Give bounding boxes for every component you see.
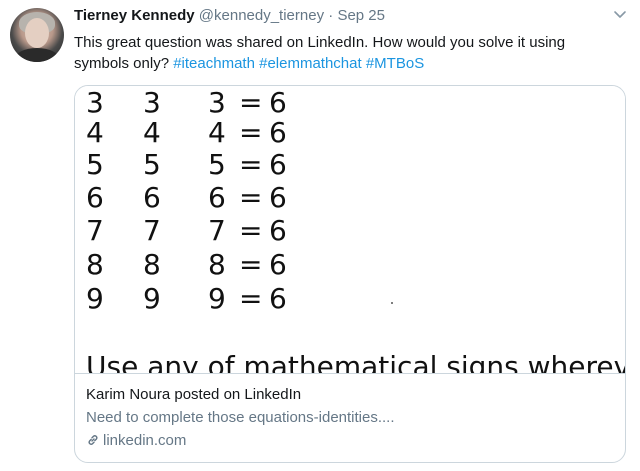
tweet-date[interactable]: Sep 25 xyxy=(337,7,385,24)
avatar-face xyxy=(25,18,49,48)
puzzle-digit: 4 xyxy=(86,116,104,149)
puzzle-result: 6 xyxy=(269,282,287,315)
puzzle-result: 6 xyxy=(269,214,287,247)
card-description: Need to complete those equations-identit… xyxy=(86,409,395,426)
puzzle-digit: 9 xyxy=(208,282,226,315)
puzzle-digit: 8 xyxy=(208,248,226,281)
puzzle-digit: 7 xyxy=(143,214,161,247)
puzzle-digit: 3 xyxy=(208,86,226,119)
card-domain-text: linkedin.com xyxy=(103,432,187,449)
equals-sign: = xyxy=(239,282,263,315)
puzzle-digit: 5 xyxy=(143,148,161,181)
puzzle-digit: 4 xyxy=(208,116,226,149)
puzzle-digit: 6 xyxy=(208,181,226,214)
author-name[interactable]: Tierney Kennedy xyxy=(74,7,195,24)
puzzle-result: 6 xyxy=(269,116,287,149)
puzzle-result: 6 xyxy=(269,148,287,181)
puzzle-digit: 5 xyxy=(86,148,104,181)
puzzle-digit: 8 xyxy=(86,248,104,281)
puzzle-digit: 9 xyxy=(86,282,104,315)
puzzle-digit: 6 xyxy=(143,181,161,214)
puzzle-digit: 3 xyxy=(143,86,161,119)
hashtag-link[interactable]: #MTBoS xyxy=(366,55,424,72)
separator-dot: · xyxy=(328,7,334,24)
puzzle-digit: 7 xyxy=(208,214,226,247)
puzzle-digit: 3 xyxy=(86,86,104,119)
tweet-text: This great question was shared on Linked… xyxy=(74,32,624,74)
equals-sign: = xyxy=(239,86,263,119)
image-speck xyxy=(391,302,393,304)
avatar[interactable] xyxy=(10,8,64,62)
puzzle-result: 6 xyxy=(269,181,287,214)
puzzle-digit: 8 xyxy=(143,248,161,281)
chevron-down-icon[interactable] xyxy=(612,8,628,22)
hashtag-link[interactable]: #elemmathchat xyxy=(259,55,362,72)
card-image[interactable]: 3 3 3 = 6 4 4 4 = 6 5 5 5 = 6 6 6 6 = 6 xyxy=(75,86,625,373)
equals-sign: = xyxy=(239,248,263,281)
equals-sign: = xyxy=(239,148,263,181)
puzzle-result: 6 xyxy=(269,86,287,119)
card-domain: linkedin.com xyxy=(86,432,186,449)
card-info[interactable]: Karim Noura posted on LinkedIn Need to c… xyxy=(75,373,625,462)
puzzle-digit: 4 xyxy=(143,116,161,149)
puzzle-instruction: Use any of mathematical signs wherever xyxy=(86,350,625,373)
equals-sign: = xyxy=(239,116,263,149)
link-icon xyxy=(88,435,98,445)
avatar-shoulders xyxy=(14,48,60,62)
author-handle[interactable]: @kennedy_tierney xyxy=(199,7,324,24)
equals-sign: = xyxy=(239,214,263,247)
card-title: Karim Noura posted on LinkedIn xyxy=(86,386,302,403)
puzzle-digit: 5 xyxy=(208,148,226,181)
tweet-header: Tierney Kennedy @kennedy_tierney · Sep 2… xyxy=(74,7,385,24)
puzzle-digit: 7 xyxy=(86,214,104,247)
hashtag-link[interactable]: #iteachmath xyxy=(173,55,255,72)
equals-sign: = xyxy=(239,181,263,214)
puzzle-digit: 9 xyxy=(143,282,161,315)
puzzle-result: 6 xyxy=(269,248,287,281)
puzzle-digit: 6 xyxy=(86,181,104,214)
link-card[interactable]: 3 3 3 = 6 4 4 4 = 6 5 5 5 = 6 6 6 6 = 6 xyxy=(74,85,626,463)
